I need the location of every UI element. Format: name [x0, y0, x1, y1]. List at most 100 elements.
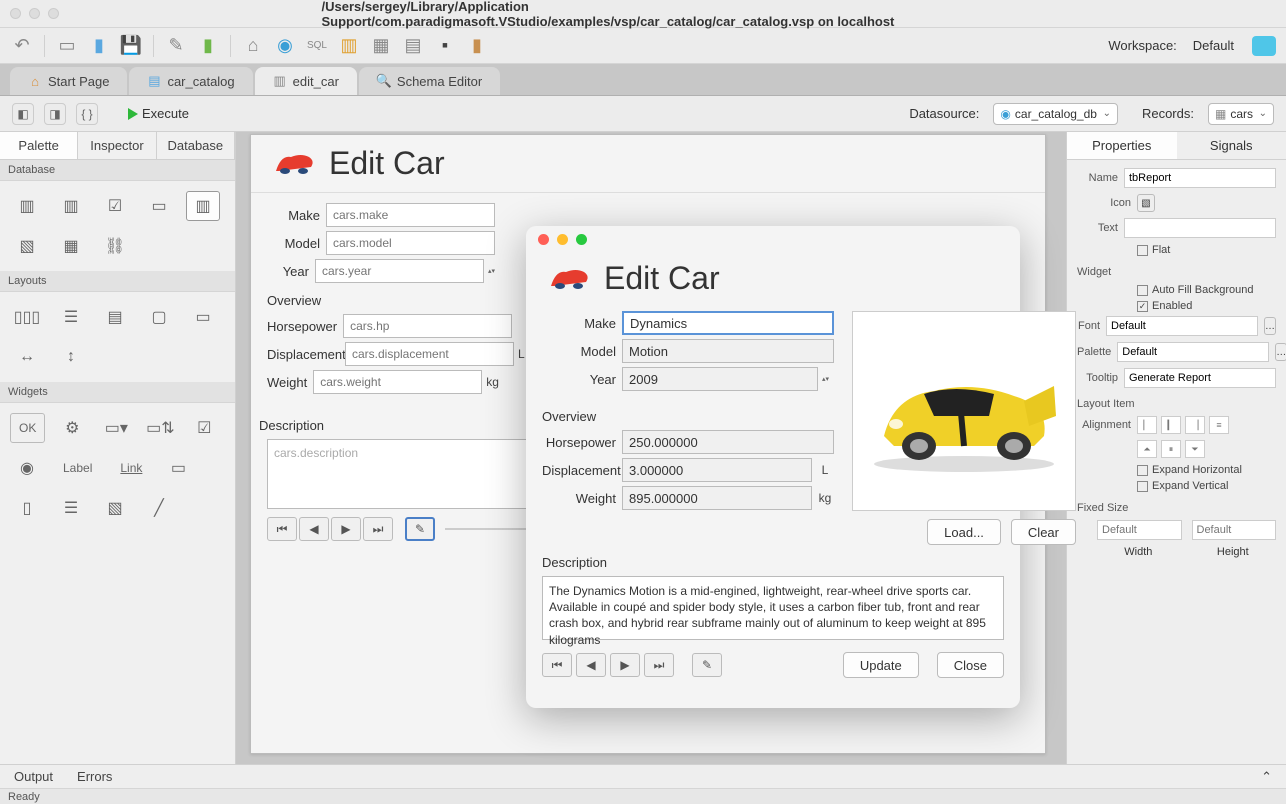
dialog-close-icon[interactable]: [538, 234, 549, 245]
prop-font-more[interactable]: …: [1264, 317, 1276, 335]
palette-tab-inspector[interactable]: Inspector: [78, 132, 156, 159]
prop-tab-signals[interactable]: Signals: [1177, 132, 1286, 159]
wand-icon[interactable]: ✎: [164, 34, 188, 58]
year-field[interactable]: [315, 259, 484, 283]
dlg-year-input[interactable]: [622, 367, 818, 391]
close-dot[interactable]: [10, 8, 21, 19]
db-widget-4[interactable]: ▭: [142, 191, 176, 221]
min-dot[interactable]: [29, 8, 40, 19]
widget-combo[interactable]: ▭▾: [99, 413, 133, 443]
layout-toggle-right[interactable]: ◨: [44, 103, 66, 125]
layout-vbox[interactable]: ☰: [54, 302, 88, 332]
nav-last[interactable]: ⏭: [363, 517, 393, 541]
layout-stack[interactable]: ▭: [186, 302, 220, 332]
widget-radio[interactable]: ◉: [10, 453, 44, 483]
db-widget-6[interactable]: ▧: [10, 231, 44, 261]
layout-vspacer[interactable]: ↕: [54, 342, 88, 372]
prop-width-input[interactable]: [1097, 520, 1182, 540]
prop-expv-check[interactable]: Expand Vertical: [1137, 480, 1276, 492]
zoom-dot[interactable]: [48, 8, 59, 19]
db-widget-5[interactable]: ▥: [186, 191, 220, 221]
nav-next[interactable]: ▶: [331, 517, 361, 541]
dlg-hp-input[interactable]: [622, 430, 834, 454]
dialog-zoom-icon[interactable]: [576, 234, 587, 245]
prop-height-input[interactable]: [1192, 520, 1277, 540]
prop-autofill-check[interactable]: Auto Fill Background: [1137, 284, 1276, 296]
align-h-group[interactable]: ▏▎▕≡: [1137, 416, 1229, 434]
align-v-group[interactable]: ⏶⏸⏷: [1137, 440, 1205, 458]
widget-check[interactable]: ☑: [187, 413, 221, 443]
errors-tab[interactable]: Errors: [77, 769, 112, 784]
db-widget-7[interactable]: ▦: [54, 231, 88, 261]
widget-image[interactable]: ▧: [98, 493, 132, 523]
prop-enabled-check[interactable]: ✓Enabled: [1137, 300, 1276, 312]
model-field[interactable]: [326, 231, 495, 255]
dlg-nav-last[interactable]: ⏭: [644, 653, 674, 677]
tab-car-catalog[interactable]: ▤ car_catalog: [129, 67, 252, 95]
prop-flat-check[interactable]: Flat: [1137, 244, 1276, 256]
dlg-make-input[interactable]: [622, 311, 834, 335]
db-widget-1[interactable]: ▥: [10, 191, 44, 221]
dlg-nav-next[interactable]: ▶: [610, 653, 640, 677]
prop-exph-check[interactable]: Expand Horizontal: [1137, 464, 1276, 476]
update-button[interactable]: Update: [843, 652, 919, 678]
prop-palette-input[interactable]: [1117, 342, 1269, 362]
monitor-icon[interactable]: ▪: [433, 34, 457, 58]
palette-tab-palette[interactable]: Palette: [0, 132, 78, 159]
db-widget-3[interactable]: ☑: [98, 191, 132, 221]
chevron-up-icon[interactable]: ⌃: [1261, 769, 1272, 785]
load-button[interactable]: Load...: [927, 519, 1001, 545]
nav-edit[interactable]: ✎: [405, 517, 435, 541]
folder-icon[interactable]: ▮: [87, 34, 111, 58]
palette-tab-database[interactable]: Database: [157, 132, 235, 159]
layout-frame[interactable]: ▢: [142, 302, 176, 332]
clear-button[interactable]: Clear: [1011, 519, 1076, 545]
nav-prev[interactable]: ◀: [299, 517, 329, 541]
undo-icon[interactable]: ↶: [10, 34, 34, 58]
dialog-min-icon[interactable]: [557, 234, 568, 245]
widget-input[interactable]: ▭: [161, 453, 195, 483]
weight-field[interactable]: [313, 370, 482, 394]
dlg-desc-text[interactable]: The Dynamics Motion is a mid-engined, li…: [542, 576, 1004, 640]
db-widget-8[interactable]: ⛓: [98, 231, 132, 261]
prop-text-input[interactable]: [1124, 218, 1276, 238]
dlg-year-spinner[interactable]: ▴▾: [822, 375, 834, 383]
chat-icon[interactable]: [1252, 36, 1276, 56]
globe-icon[interactable]: ◉: [273, 34, 297, 58]
doc-icon[interactable]: ▤: [401, 34, 425, 58]
prop-tooltip-input[interactable]: [1124, 368, 1276, 388]
output-tab[interactable]: Output: [14, 769, 53, 784]
home-icon[interactable]: ⌂: [241, 34, 265, 58]
records-select[interactable]: ▦ cars: [1208, 103, 1274, 125]
save-icon[interactable]: 💾: [119, 34, 143, 58]
workspace-value[interactable]: Default: [1193, 38, 1234, 53]
datasource-select[interactable]: ◉ car_catalog_db: [993, 103, 1118, 125]
disp-field[interactable]: [345, 342, 514, 366]
close-button[interactable]: Close: [937, 652, 1004, 678]
widget-ok[interactable]: OK: [10, 413, 45, 443]
layout-hbox[interactable]: ▯▯▯: [10, 302, 44, 332]
widget-line[interactable]: ╱: [142, 493, 176, 523]
layout-hspacer[interactable]: ↔: [10, 342, 44, 372]
dlg-disp-input[interactable]: [622, 458, 812, 482]
braces-icon[interactable]: { }: [76, 103, 98, 125]
dlg-weight-input[interactable]: [622, 486, 812, 510]
prop-name-input[interactable]: [1124, 168, 1276, 188]
prop-font-input[interactable]: [1106, 316, 1258, 336]
report-icon[interactable]: ▥: [337, 34, 361, 58]
tab-start-page[interactable]: ⌂ Start Page: [10, 67, 127, 95]
widget-textarea[interactable]: ▯: [10, 493, 44, 523]
dlg-nav-prev[interactable]: ◀: [576, 653, 606, 677]
year-spinner[interactable]: ▴▾: [488, 267, 495, 275]
dlg-nav-first[interactable]: ⏮: [542, 653, 572, 677]
layout-form[interactable]: ▤: [98, 302, 132, 332]
execute-button[interactable]: Execute: [128, 106, 189, 121]
dlg-nav-edit[interactable]: ✎: [692, 653, 722, 677]
book-icon[interactable]: ▮: [465, 34, 489, 58]
prop-tab-properties[interactable]: Properties: [1067, 132, 1177, 159]
blocks-icon[interactable]: ▦: [369, 34, 393, 58]
hp-field[interactable]: [343, 314, 512, 338]
prop-palette-more[interactable]: …: [1275, 343, 1286, 361]
db-widget-2[interactable]: ▥: [54, 191, 88, 221]
window-controls[interactable]: [10, 8, 59, 19]
